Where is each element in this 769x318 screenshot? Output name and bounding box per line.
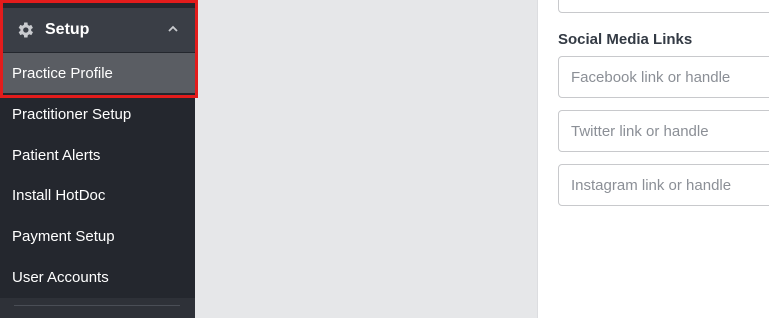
social-media-title: Social Media Links	[558, 31, 693, 48]
previous-input-field[interactable]	[558, 0, 769, 13]
setup-label: Setup	[45, 21, 90, 38]
sidebar-item-practice-profile[interactable]: Practice Profile	[0, 53, 195, 93]
sidebar-item-practitioner-setup[interactable]: Practitioner Setup	[0, 94, 195, 134]
chevron-up-icon	[168, 25, 178, 32]
sidebar-item-install-hotdoc[interactable]: Install HotDoc	[0, 175, 195, 215]
sidebar: Setup Practice Profile Practitioner Setu…	[0, 0, 195, 318]
twitter-input[interactable]	[558, 110, 769, 152]
sidebar-item-label: User Accounts	[12, 268, 109, 286]
sidebar-item-user-accounts[interactable]: User Accounts	[0, 257, 195, 297]
sidebar-item-label: Practice Profile	[12, 64, 113, 82]
sidebar-item-label: Payment Setup	[12, 227, 115, 245]
social-media-panel: Social Media Links	[537, 0, 769, 318]
sidebar-item-patient-alerts[interactable]: Patient Alerts	[0, 135, 195, 175]
sidebar-item-label: Patient Alerts	[12, 146, 101, 164]
sidebar-item-label: Install HotDoc	[12, 186, 106, 204]
sidebar-item-label: Practitioner Setup	[12, 105, 132, 123]
setup-menu-header[interactable]: Setup	[0, 8, 195, 52]
instagram-input[interactable]	[558, 164, 769, 206]
sidebar-item-payment-setup[interactable]: Payment Setup	[0, 216, 195, 256]
gear-icon	[18, 22, 33, 38]
sidebar-bottom-area	[0, 298, 195, 318]
sidebar-divider	[14, 305, 180, 306]
facebook-input[interactable]	[558, 56, 769, 98]
